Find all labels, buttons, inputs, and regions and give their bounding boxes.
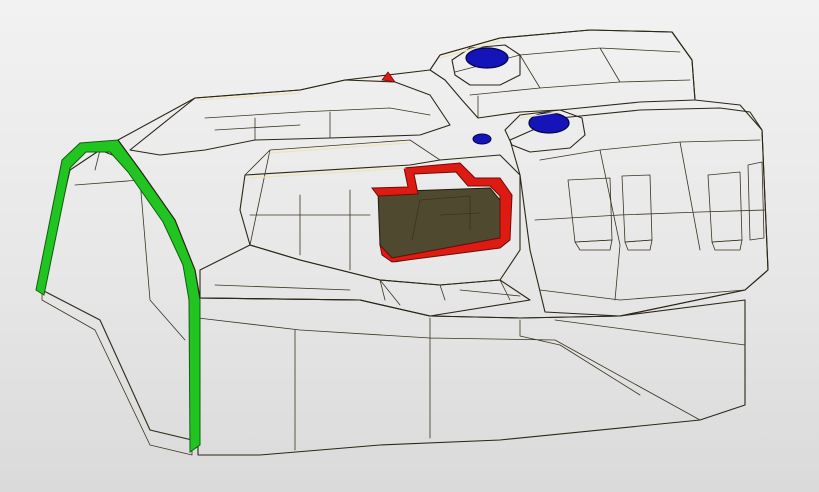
main-top-surface[interactable] xyxy=(117,29,769,319)
red-tab-marker[interactable] xyxy=(381,71,396,83)
blue-hole-marker-small[interactable] xyxy=(472,133,492,145)
rear-plateau[interactable] xyxy=(429,29,696,119)
left-top-lines xyxy=(204,107,431,141)
right-housing-lines xyxy=(534,139,766,301)
right-housing[interactable] xyxy=(509,107,769,317)
cad-3d-viewport[interactable] xyxy=(0,0,819,492)
front-lower-wall[interactable] xyxy=(197,297,746,456)
green-edge-highlight[interactable] xyxy=(35,139,201,453)
blue-hole-marker[interactable] xyxy=(465,47,509,69)
housing-recesses xyxy=(567,161,765,251)
front-wall-panel-lines xyxy=(197,317,746,451)
cad-model-canvas[interactable] xyxy=(0,0,819,492)
arch-inner-lines xyxy=(74,149,186,341)
side-slope[interactable] xyxy=(199,244,531,317)
arch-inner-floor xyxy=(41,289,193,456)
